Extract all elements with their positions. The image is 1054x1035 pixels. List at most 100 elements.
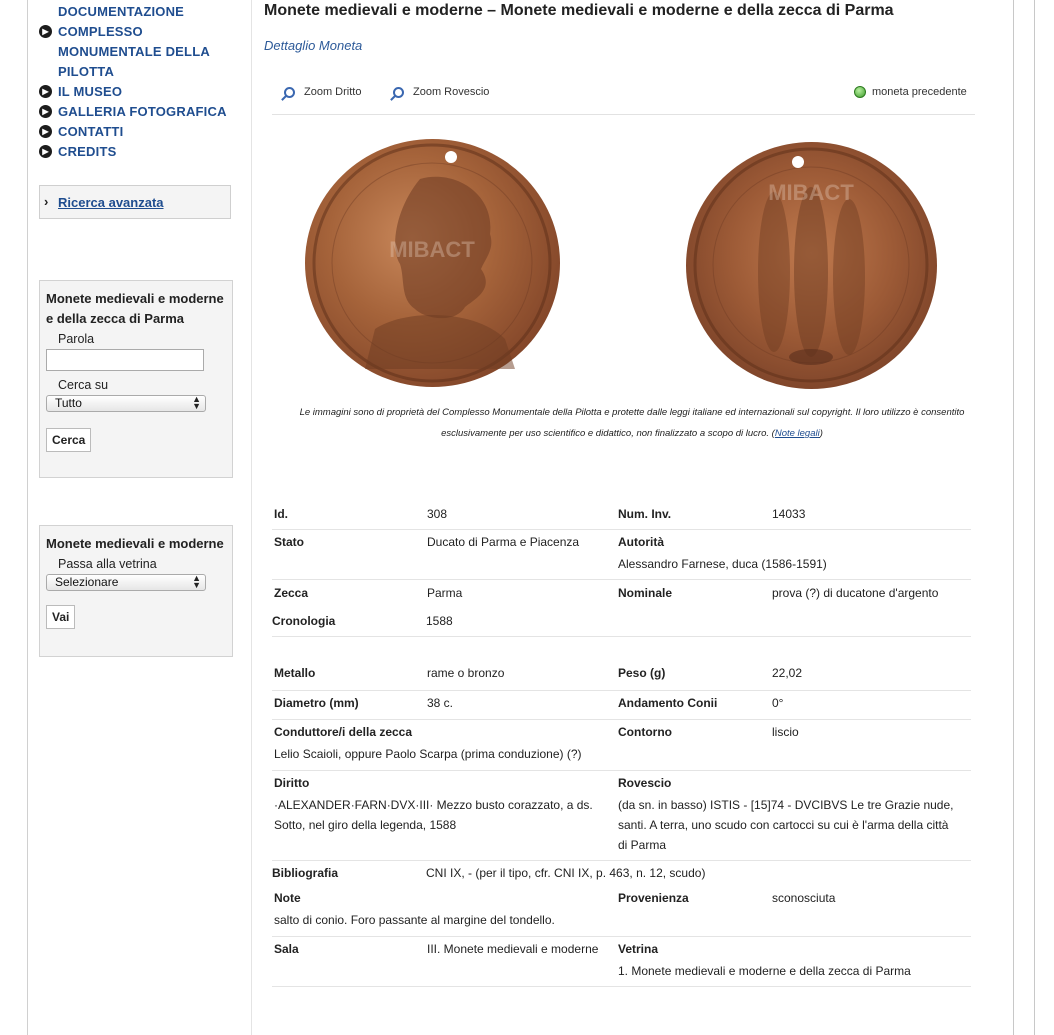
chevron-right-icon: › bbox=[44, 194, 49, 209]
detail-row: Bibliografia CNI IX, - (per il tipo, cfr… bbox=[272, 861, 971, 886]
diametro-value: 38 c. bbox=[427, 696, 454, 710]
detail-row: Stato Ducato di Parma e Piacenza Autorit… bbox=[272, 530, 971, 580]
go-button[interactable]: Vai bbox=[46, 605, 76, 629]
rovescio-label: Rovescio bbox=[618, 776, 672, 790]
advanced-search-box: › Ricerca avanzata bbox=[39, 185, 231, 219]
id-label: Id. bbox=[274, 507, 288, 521]
provenienza-label: Provenienza bbox=[618, 891, 689, 905]
page-title: Monete medievali e moderne – Monete medi… bbox=[264, 2, 894, 19]
coin-toolbar: Zoom Dritto Zoom Rovescio moneta precede… bbox=[272, 84, 975, 115]
nav-item-galleria[interactable]: ▶ GALLERIA FOTOGRAFICA bbox=[38, 102, 248, 122]
showcase-select[interactable]: Selezionare ▲ ▼ bbox=[46, 574, 206, 591]
metallo-label: Metallo bbox=[274, 666, 316, 680]
word-label: Parola bbox=[58, 332, 95, 346]
conduttore-value: Lelio Scaioli, oppure Paolo Scarpa (prim… bbox=[274, 747, 582, 761]
showcase-box: Monete medievali e moderne Passa alla ve… bbox=[39, 525, 233, 657]
chevron-right-circle-icon: ▶ bbox=[39, 125, 52, 138]
search-button[interactable]: Cerca bbox=[46, 428, 92, 452]
coin-reverse-image[interactable]: MIBACT bbox=[686, 142, 937, 389]
nav-bullet-icon bbox=[39, 5, 52, 18]
copyright-close: ) bbox=[819, 428, 823, 439]
nav-item-complesso[interactable]: ▶ COMPLESSO MONUMENTALE DELLA PILOTTA bbox=[38, 22, 248, 82]
detail-row: Id. 308 Num. Inv. 14033 bbox=[272, 503, 971, 530]
diritto-value: ·ALEXANDER·FARN·DVX·III· Mezzo busto cor… bbox=[274, 798, 593, 832]
nav-item-label: CREDITS bbox=[58, 144, 117, 159]
rovescio-value: (da sn. in basso) ISTIS - [15]74 - DVCIB… bbox=[618, 798, 954, 852]
page-frame-left bbox=[27, 0, 28, 1035]
legal-notes-link[interactable]: Note legali bbox=[775, 428, 820, 439]
detail-row: Note salto di conio. Foro passante al ma… bbox=[272, 886, 971, 937]
search-box: Monete medievali e moderne e della zecca… bbox=[39, 280, 233, 478]
nav-item-documentazione[interactable]: DOCUMENTAZIONE bbox=[38, 2, 248, 22]
chevron-right-circle-icon: ▶ bbox=[39, 105, 52, 118]
copyright-text: Le immagini sono di proprietà del Comple… bbox=[299, 407, 965, 439]
nav-item-label: CONTATTI bbox=[58, 124, 124, 139]
previous-circle-icon bbox=[854, 86, 866, 98]
note-value: salto di conio. Foro passante al margine… bbox=[274, 913, 555, 927]
sidebar-nav: DOCUMENTAZIONE ▶ COMPLESSO MONUMENTALE D… bbox=[38, 2, 248, 162]
nav-item-credits[interactable]: ▶ CREDITS bbox=[38, 142, 248, 162]
select-arrows-icon: ▲ ▼ bbox=[192, 573, 201, 590]
search-in-select[interactable]: Tutto ▲ ▼ bbox=[46, 395, 206, 412]
watermark-text: MIBACT bbox=[389, 237, 475, 262]
zecca-value: Parma bbox=[427, 586, 463, 600]
diritto-label: Diritto bbox=[274, 776, 310, 790]
nav-item-contatti[interactable]: ▶ CONTATTI bbox=[38, 122, 248, 142]
detail-row: Conduttore/i della zecca Lelio Scaioli, … bbox=[272, 720, 971, 771]
column-divider bbox=[251, 0, 252, 1035]
magnifier-icon bbox=[284, 86, 295, 98]
contorno-label: Contorno bbox=[618, 725, 672, 739]
nav-item-label: DOCUMENTAZIONE bbox=[58, 4, 185, 19]
page-frame-right bbox=[1013, 0, 1014, 1035]
conii-value: 0° bbox=[772, 696, 784, 710]
page-subtitle: Dettaglio Moneta bbox=[264, 38, 363, 53]
bibliografia-value: CNI IX, - (per il tipo, cfr. CNI IX, p. … bbox=[426, 866, 706, 880]
zoom-reverse-label: Zoom Rovescio bbox=[413, 86, 490, 98]
bibliografia-label: Bibliografia bbox=[272, 866, 339, 880]
nav-item-label: IL MUSEO bbox=[58, 84, 123, 99]
magnifier-icon bbox=[393, 86, 404, 98]
conduttore-label: Conduttore/i della zecca bbox=[274, 725, 413, 739]
nav-item-label: GALLERIA FOTOGRAFICA bbox=[58, 104, 227, 119]
detail-row: Diametro (mm) 38 c. Andamento Conii 0° bbox=[272, 691, 971, 720]
coin-details-table: Id. 308 Num. Inv. 14033 Stato Ducato di … bbox=[272, 503, 971, 987]
vetrina-value: 1. Monete medievali e moderne e della ze… bbox=[618, 964, 911, 978]
metallo-value: rame o bronzo bbox=[427, 666, 505, 680]
advanced-search-link[interactable]: Ricerca avanzata bbox=[58, 195, 164, 210]
stato-label: Stato bbox=[274, 535, 304, 549]
autorita-value: Alessandro Farnese, duca (1586-1591) bbox=[618, 557, 827, 571]
contorno-value: liscio bbox=[772, 725, 799, 739]
peso-value: 22,02 bbox=[772, 666, 803, 680]
coin-obverse-image[interactable]: MIBACT bbox=[305, 139, 560, 387]
image-copyright-notice: Le immagini sono di proprietà del Comple… bbox=[272, 402, 992, 444]
goto-showcase-label: Passa alla vetrina bbox=[58, 557, 157, 571]
page-frame-outer-right bbox=[1034, 0, 1035, 1035]
detail-row: Diritto ·ALEXANDER·FARN·DVX·III· Mezzo b… bbox=[272, 771, 971, 861]
sala-label: Sala bbox=[274, 942, 299, 956]
detail-row: Metallo rame o bronzo Peso (g) 22,02 bbox=[272, 661, 971, 691]
nav-item-il-museo[interactable]: ▶ IL MUSEO bbox=[38, 82, 248, 102]
diametro-label: Diametro (mm) bbox=[274, 696, 359, 710]
zoom-reverse-button[interactable]: Zoom Rovescio bbox=[393, 86, 489, 98]
chevron-right-circle-icon: ▶ bbox=[39, 85, 52, 98]
detail-row: Zecca Parma Nominale prova (?) di ducato… bbox=[272, 580, 971, 608]
zoom-obverse-button[interactable]: Zoom Dritto bbox=[284, 86, 361, 98]
zecca-label: Zecca bbox=[274, 586, 309, 600]
autorita-label: Autorità bbox=[618, 535, 664, 549]
coin-reverse-art: MIBACT bbox=[693, 147, 929, 383]
nominale-value: prova (?) di ducatone d'argento bbox=[772, 586, 939, 600]
peso-label: Peso (g) bbox=[618, 666, 666, 680]
cronologia-value: 1588 bbox=[426, 614, 453, 628]
chevron-right-circle-icon: ▶ bbox=[39, 25, 52, 38]
provenienza-value: sconosciuta bbox=[772, 891, 836, 905]
nominale-label: Nominale bbox=[618, 586, 673, 600]
inv-value: 14033 bbox=[772, 507, 806, 521]
previous-coin-button[interactable]: moneta precedente bbox=[854, 86, 967, 98]
stato-value: Ducato di Parma e Piacenza bbox=[427, 535, 580, 549]
sala-value: III. Monete medievali e moderne bbox=[427, 942, 599, 956]
detail-spacer bbox=[272, 637, 971, 661]
conii-label: Andamento Conii bbox=[618, 696, 718, 710]
inv-label: Num. Inv. bbox=[618, 507, 672, 521]
showcase-select-value: Selezionare bbox=[55, 575, 119, 589]
word-input[interactable] bbox=[46, 349, 204, 371]
